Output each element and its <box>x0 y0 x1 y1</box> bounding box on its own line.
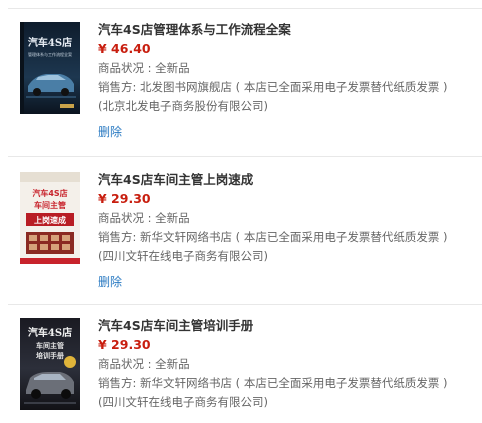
product-title[interactable]: 汽车4S店车间主管培训手册 <box>98 318 472 334</box>
product-title[interactable]: 汽车4S店管理体系与工作流程全案 <box>98 22 472 38</box>
list-item: 汽车4S店 车间主管 培训手册 汽车4S店车间主管培训手册 ¥ 29.30 商品… <box>0 304 482 423</box>
cover-subtitle-text: 管理体系与工作流程全案 <box>28 51 72 57</box>
book-cover-image[interactable]: 汽车4S店 管理体系与工作流程全案 <box>20 22 80 114</box>
seller-info[interactable]: 销售方: 新华文轩网络书店 ( 本店已全面采用电子发票替代纸质发票 ) <box>98 375 472 391</box>
cover-title-text: 汽车4S店 <box>28 326 72 339</box>
delete-link[interactable]: 删除 <box>98 274 472 290</box>
book-cover-car-dark-icon: 汽车4S店 管理体系与工作流程全案 <box>20 22 80 114</box>
product-title[interactable]: 汽车4S店车间主管上岗速成 <box>98 172 472 188</box>
book-cover-image[interactable]: 汽车4S店 车间主管 上岗速成 <box>20 172 80 264</box>
product-price: ¥ 29.30 <box>98 191 151 206</box>
cover-title-text: 汽车4S店 <box>28 36 72 49</box>
item-info: 汽车4S店车间主管培训手册 ¥ 29.30 商品状况 : 全新品 销售方: 新华… <box>98 318 472 410</box>
cover-subtitle-text: 车间主管 <box>34 200 66 210</box>
order-item-list: 汽车4S店 管理体系与工作流程全案 汽车4S店管理体系与工作流程全案 ¥ 46.… <box>0 0 482 423</box>
product-condition: 商品状况 : 全新品 <box>98 357 190 371</box>
cover-subtitle-text: 车间主管 <box>36 341 64 350</box>
product-price: ¥ 29.30 <box>98 337 151 352</box>
cover-title-text: 汽车4S店 <box>32 188 67 198</box>
product-condition: 商品状况 : 全新品 <box>98 61 190 75</box>
cover-subtitle-text: 上岗速成 <box>34 215 66 225</box>
book-cover-dark-suv-icon: 汽车4S店 车间主管 培训手册 <box>20 318 80 410</box>
seller-company: (北京北发电子商务股份有限公司) <box>98 99 268 113</box>
list-item: 汽车4S店 管理体系与工作流程全案 汽车4S店管理体系与工作流程全案 ¥ 46.… <box>0 8 482 156</box>
product-price: ¥ 46.40 <box>98 41 151 56</box>
list-item: 汽车4S店 车间主管 上岗速成 汽车4S店车间主管上岗速成 ¥ 29.30 商品… <box>0 156 482 304</box>
delete-link[interactable]: 删除 <box>98 124 472 140</box>
item-info: 汽车4S店车间主管上岗速成 ¥ 29.30 商品状况 : 全新品 销售方: 新华… <box>98 172 472 290</box>
product-condition: 商品状况 : 全新品 <box>98 211 190 225</box>
book-cover-light-red-icon: 汽车4S店 车间主管 上岗速成 <box>20 172 80 264</box>
seller-info[interactable]: 销售方: 北发图书网旗舰店 ( 本店已全面采用电子发票替代纸质发票 ) <box>98 79 472 95</box>
cover-subtitle-text: 培训手册 <box>36 351 64 360</box>
book-cover-image[interactable]: 汽车4S店 车间主管 培训手册 <box>20 318 80 410</box>
seller-info[interactable]: 销售方: 新华文轩网络书店 ( 本店已全面采用电子发票替代纸质发票 ) <box>98 229 472 245</box>
seller-company: (四川文轩在线电子商务有限公司) <box>98 395 268 409</box>
item-info: 汽车4S店管理体系与工作流程全案 ¥ 46.40 商品状况 : 全新品 销售方:… <box>98 22 472 140</box>
seller-company: (四川文轩在线电子商务有限公司) <box>98 249 268 263</box>
